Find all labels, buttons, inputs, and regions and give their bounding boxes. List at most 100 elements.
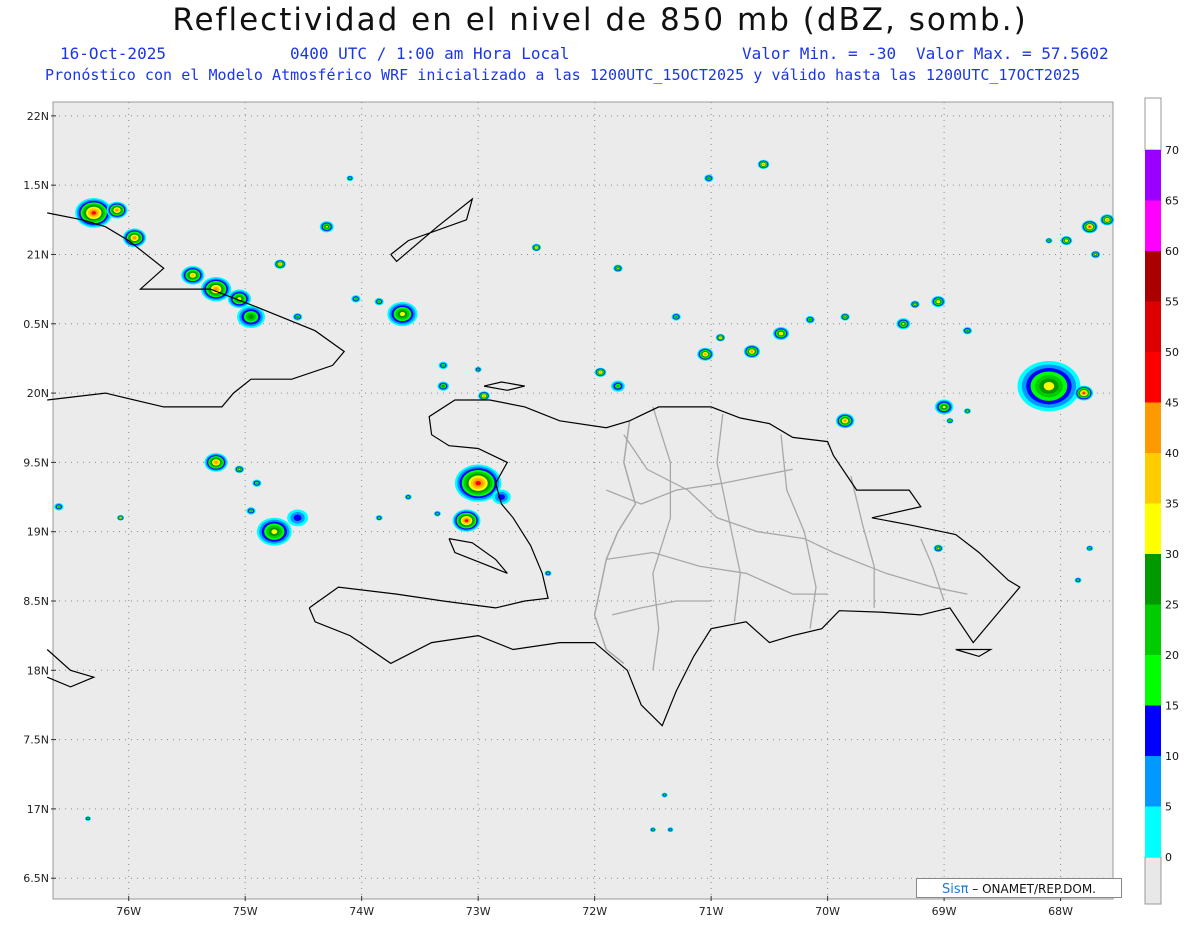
reflectivity-cell [255, 482, 258, 485]
reflectivity-cell [616, 384, 620, 388]
credit-text: – ONAMET/REP.DOM. [972, 882, 1096, 896]
reflectivity-cell [1106, 219, 1109, 221]
lon-label: 75W [233, 905, 258, 918]
lat-label: 17N [27, 803, 49, 816]
lat-label: 18N [27, 664, 49, 677]
reflectivity-cell [669, 829, 672, 831]
reflectivity-cell [779, 332, 783, 335]
legend-swatch [1145, 402, 1161, 453]
reflectivity-cell [464, 519, 469, 522]
legend-label: 60 [1165, 245, 1179, 258]
reflectivity-cell [378, 517, 380, 519]
legend-swatch [1145, 503, 1161, 554]
legend-label: 20 [1165, 649, 1179, 662]
reflectivity-cell [279, 263, 281, 265]
reflectivity-cell [1088, 225, 1091, 228]
reflectivity-cell [1048, 240, 1050, 242]
legend-label: 40 [1165, 447, 1179, 460]
legend-label: 0 [1165, 851, 1172, 864]
credit-box: Sisπ – ONAMET/REP.DOM. [916, 878, 1122, 898]
reflectivity-cell [547, 572, 549, 574]
lat-label: 20N [27, 387, 49, 400]
lat-label: 8.5N [23, 595, 49, 608]
legend-label: 50 [1165, 346, 1179, 359]
reflectivity-cell [238, 468, 241, 470]
lat-label: 7.5N [23, 734, 49, 747]
legend-label: 35 [1165, 498, 1179, 511]
reflectivity-cell [914, 303, 916, 305]
lat-label: 0.5N [23, 318, 49, 331]
legend-label: 30 [1165, 548, 1179, 561]
reflectivity-cell [966, 410, 968, 412]
legend-swatch [1145, 554, 1161, 605]
reflectivity-cell [1089, 547, 1091, 549]
reflectivity-cell [248, 314, 254, 320]
reflectivity-cell [1094, 253, 1097, 256]
reflectivity-cell [844, 316, 846, 318]
lat-label: 1.5N [23, 179, 49, 192]
reflectivity-cell [214, 461, 218, 464]
reflectivity-cell [436, 513, 439, 515]
reflectivity-cell [378, 300, 381, 303]
reflectivity-cell [599, 371, 602, 373]
legend-swatch [1145, 352, 1161, 403]
legend-label: 45 [1165, 397, 1179, 410]
lat-label: 9.5N [23, 456, 49, 469]
latitude-labels: 22N 1.5N 21N 0.5N 20N 9.5N 19N 8.5N 18N 7.5N 17N 6.… [23, 110, 56, 885]
reflectivity-cell [115, 209, 119, 212]
reflectivity-cell [1065, 239, 1068, 242]
reflectivity-cell [937, 300, 940, 303]
lon-label: 70W [815, 905, 840, 918]
lon-label: 68W [1048, 905, 1073, 918]
reflectivity-cell [57, 505, 60, 508]
sispi-logo: Sisπ [941, 882, 969, 897]
reflectivity-cell [354, 297, 357, 300]
legend-swatch [1145, 200, 1161, 251]
reflectivity-cell [942, 405, 946, 409]
reflectivity-cell [293, 514, 302, 521]
lat-label: 6.5N [23, 872, 49, 885]
reflectivity-cell [249, 510, 253, 512]
reflectivity-cell [442, 364, 445, 367]
reflectivity-cell [91, 211, 96, 215]
reflectivity-cell [617, 267, 619, 269]
legend-label: 55 [1165, 296, 1179, 309]
legend-cap-top [1144, 97, 1162, 151]
reflectivity-cell [809, 318, 812, 321]
legend-label: 10 [1165, 750, 1179, 763]
lat-label: 21N [27, 248, 49, 261]
reflectivity-cell [442, 385, 445, 388]
legend-swatch [1145, 806, 1161, 857]
reflectivity-cell [120, 517, 122, 519]
map-plot-area [52, 101, 1114, 900]
reflectivity-cell [663, 794, 666, 796]
legend-label: 25 [1165, 599, 1179, 612]
lon-label: 76W [116, 905, 141, 918]
legend-label: 70 [1165, 144, 1179, 157]
reflectivity-cell [902, 322, 905, 325]
reflectivity-cell [966, 329, 969, 332]
reflectivity-cell [271, 529, 278, 535]
reflectivity-cell [1077, 579, 1079, 581]
reflectivity-cell [535, 247, 538, 249]
reflectivity-cell [675, 316, 678, 318]
reflectivity-cell [707, 177, 710, 179]
legend-label: 65 [1165, 195, 1179, 208]
legend-swatch [1145, 604, 1161, 655]
reflectivity-cell [719, 337, 722, 339]
reflectivity-cell [843, 419, 847, 422]
color-legend: 0 5 10 15 20 25 30 35 40 45 50 55 60 65 70 [1144, 97, 1179, 905]
reflectivity-cell [483, 395, 485, 397]
lon-label: 73W [466, 905, 491, 918]
reflectivity-cell [1043, 381, 1055, 391]
reflectivity-cell [87, 818, 89, 820]
reflectivity-cell [477, 368, 479, 371]
reflectivity-cell [399, 312, 405, 317]
legend-label: 15 [1165, 700, 1179, 713]
legend-swatch [1145, 453, 1161, 504]
reflectivity-cell [750, 350, 753, 353]
reflectivity-cell [349, 177, 351, 179]
legend-swatch [1145, 756, 1161, 807]
reflectivity-cell [325, 225, 328, 228]
legend-swatch [1145, 150, 1161, 201]
